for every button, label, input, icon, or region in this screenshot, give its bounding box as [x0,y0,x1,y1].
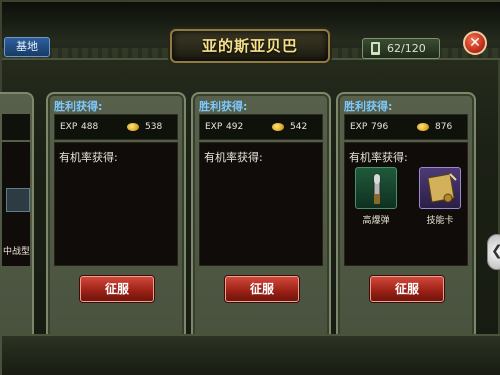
card-drops: 有机率获得: [54,142,178,266]
drops-label: 有机率获得: [59,151,118,164]
victory-label: 胜利获得: [54,100,103,113]
skill-card-icon[interactable] [419,167,461,209]
conquer-button[interactable]: 征服 [370,276,444,302]
unit-badge-icon [6,188,30,212]
mission-card: 胜利获得: EXP 796 876 有机率获得: 高爆弹 技能卡 征服 [336,92,476,375]
exp-value: 492 [226,122,244,132]
base-tab-label: 基地 [16,40,38,53]
drops-label: 有机率获得: [349,151,408,164]
unit-type-label: 中战型 [2,247,30,257]
exp-label: EXP [205,122,223,132]
card-stats: EXP 796 876 [344,114,468,140]
exp-value: 488 [81,122,99,132]
stamina-icon [371,42,380,55]
conquer-button[interactable]: 征服 [80,276,154,302]
gold-coin-icon [417,123,429,131]
mission-card-partial[interactable]: 中战型 [0,92,34,375]
card-drops: 有机率获得: [199,142,323,266]
chevron-right-icon[interactable]: ❮ [487,234,500,270]
gold-value: 876 [435,122,453,132]
item-label: 技能卡 [426,216,454,226]
victory-label: 胜利获得: [199,100,248,113]
gold-value: 538 [145,122,163,132]
gold-coin-icon [127,123,139,131]
close-button[interactable]: ✕ [463,31,487,55]
bottom-rail [2,334,500,375]
game-window: 基地 亚的斯亚贝巴 62/120 ✕ 中战型 胜利获得: EXP 488 538 [0,0,500,375]
mission-card: 胜利获得: EXP 488 538 有机率获得: 征服 [46,92,186,375]
exp-value: 796 [371,122,389,132]
item-label: 高爆弹 [362,216,390,226]
close-icon: ✕ [469,35,481,51]
exp-label: EXP [60,122,78,132]
title-plate: 亚的斯亚贝巴 [170,29,330,63]
mission-list: 中战型 胜利获得: EXP 488 538 有机率获得: 征服 胜利获得: EX… [0,64,500,375]
drops-label: 有机率获得: [204,151,263,164]
shell-icon[interactable] [355,167,397,209]
mission-card: 胜利获得: EXP 492 542 有机率获得: 征服 [191,92,331,375]
gold-coin-icon [272,123,284,131]
victory-label: 胜利获得: [344,100,393,113]
card-drops: 有机率获得: 高爆弹 技能卡 [344,142,468,266]
card-stats [2,114,30,140]
conquer-button[interactable]: 征服 [225,276,299,302]
stamina-indicator: 62/120 [362,38,440,59]
gold-value: 542 [290,122,308,132]
card-stats: EXP 488 538 [54,114,178,140]
base-tab[interactable]: 基地 [4,37,50,57]
stamina-value: 62/120 [387,42,426,55]
page-title: 亚的斯亚贝巴 [201,37,298,55]
exp-label: EXP [350,122,368,132]
card-stats: EXP 492 542 [199,114,323,140]
